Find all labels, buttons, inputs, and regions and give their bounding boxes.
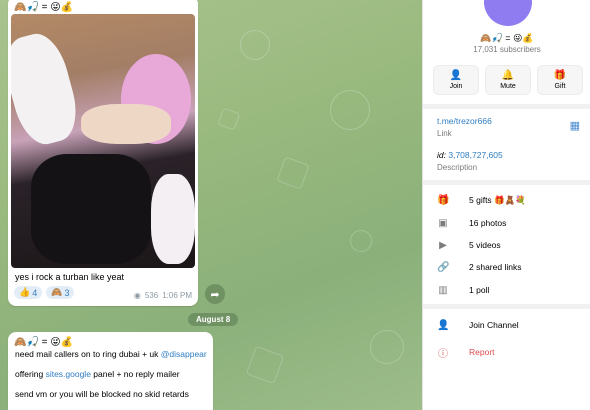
message-text: need mail callers on to ring dubai + uk	[15, 349, 161, 359]
join-channel-label: Join Channel	[469, 320, 519, 330]
message-line: need mail callers on to ring dubai + uk …	[15, 349, 207, 359]
button-label: Mute	[500, 83, 516, 90]
videos-row[interactable]: ▶ 5 videos	[423, 236, 590, 254]
join-channel-row[interactable]: 👤 Join Channel	[423, 316, 590, 334]
forward-button[interactable]: ➦	[205, 284, 225, 304]
divider	[423, 304, 590, 309]
row-label: 1 poll	[469, 285, 490, 295]
message-line: send vm or you will be blocked no skid r…	[15, 389, 189, 399]
video-icon: ▶	[439, 239, 447, 251]
id-prefix: id:	[437, 150, 446, 160]
channel-id[interactable]: id: 3,708,727,605	[437, 150, 503, 160]
row-label: 16 photos	[469, 218, 507, 228]
avatar[interactable]	[484, 0, 532, 26]
join-button[interactable]: 👤 Join	[433, 65, 479, 95]
link-icon: 🔗	[437, 261, 450, 273]
link-label: Link	[437, 129, 452, 138]
mention-link[interactable]: @disappear	[161, 349, 207, 359]
reactions-bar: 👍 4 🙈 3	[14, 286, 75, 299]
url-link[interactable]: sites.google	[46, 369, 91, 379]
links-row[interactable]: 🔗 2 shared links	[423, 258, 590, 276]
message-photo[interactable]	[11, 14, 195, 268]
warning-icon: ⓘ	[438, 348, 448, 360]
reaction-chip[interactable]: 🙈 3	[46, 286, 75, 299]
message-sender: 🙈🎣 = 😜💰	[14, 337, 74, 348]
channel-title: 🙈🎣 = 😜💰	[480, 33, 534, 43]
mute-button[interactable]: 🔔 Mute	[485, 65, 531, 95]
view-count: 536	[144, 291, 159, 300]
subscriber-count: 17,031 subscribers	[473, 45, 541, 54]
button-label: Join	[449, 83, 463, 90]
photo-icon: ▣	[438, 217, 448, 229]
background-doodle	[350, 230, 372, 252]
report-row[interactable]: ⓘ Report	[423, 343, 590, 361]
id-value: 3,708,727,605	[448, 150, 503, 160]
background-doodle	[240, 30, 270, 60]
reaction-count: 4	[32, 287, 38, 298]
message-meta: ◉ 536 1:06 PM	[134, 291, 192, 300]
background-doodle	[276, 156, 310, 190]
photos-row[interactable]: ▣ 16 photos	[423, 214, 590, 232]
row-label: 5 videos	[469, 240, 501, 250]
background-doodle	[330, 90, 370, 130]
message-caption: yes i rock a turban like yeat	[15, 272, 125, 282]
gift-button[interactable]: 🎁 Gift	[537, 65, 583, 95]
report-label: Report	[469, 347, 495, 357]
chat-area[interactable]: 🙈🎣 = 😜💰 yes i rock a turban like yeat 👍 …	[0, 0, 422, 410]
button-label: Gift	[554, 83, 566, 90]
date-separator: August 8	[188, 313, 239, 326]
message-text: panel + no reply mailer	[90, 369, 180, 379]
message-text: offering	[15, 369, 46, 379]
background-doodle	[245, 345, 285, 385]
gift-icon: 🎁	[553, 70, 567, 81]
background-doodle	[217, 107, 241, 131]
message-bubble[interactable]: 🙈🎣 = 😜💰 need mail callers on to ring dub…	[8, 332, 213, 410]
divider	[423, 104, 590, 109]
bell-icon: 🔔	[501, 70, 515, 81]
poll-icon: ▥	[438, 284, 448, 296]
person-add-icon: 👤	[449, 70, 463, 81]
row-label: 2 shared links	[469, 262, 522, 272]
reaction-count: 3	[64, 287, 70, 298]
thumbs-up-icon: 👍	[19, 287, 31, 297]
reaction-chip[interactable]: 👍 4	[14, 286, 43, 299]
gift-icon: 🎁	[437, 194, 450, 206]
monkey-icon: 🙈	[51, 287, 63, 297]
message-bubble[interactable]: 🙈🎣 = 😜💰 yes i rock a turban like yeat 👍 …	[8, 0, 198, 306]
message-line: offering sites.google panel + no reply m…	[15, 369, 180, 379]
forward-arrow-icon: ➦	[210, 288, 220, 301]
channel-link[interactable]: t.me/trezor666	[437, 116, 492, 126]
divider	[423, 180, 590, 185]
eye-icon: ◉	[133, 291, 141, 300]
row-label: 5 gifts 🎁🧸💐	[469, 194, 526, 205]
polls-row[interactable]: ▥ 1 poll	[423, 281, 590, 299]
person-add-icon: 👤	[437, 319, 450, 331]
gifts-row[interactable]: 🎁 5 gifts 🎁🧸💐	[423, 191, 590, 209]
message-sender: 🙈🎣 = 😜💰	[14, 2, 74, 13]
qr-code-icon[interactable]: ▦	[570, 119, 580, 132]
channel-info-panel: 🙈🎣 = 😜💰 17,031 subscribers 👤 Join 🔔 Mute…	[422, 0, 590, 410]
description-label: Description	[437, 163, 478, 172]
background-doodle	[370, 330, 404, 364]
message-time: 1:06 PM	[162, 291, 192, 300]
